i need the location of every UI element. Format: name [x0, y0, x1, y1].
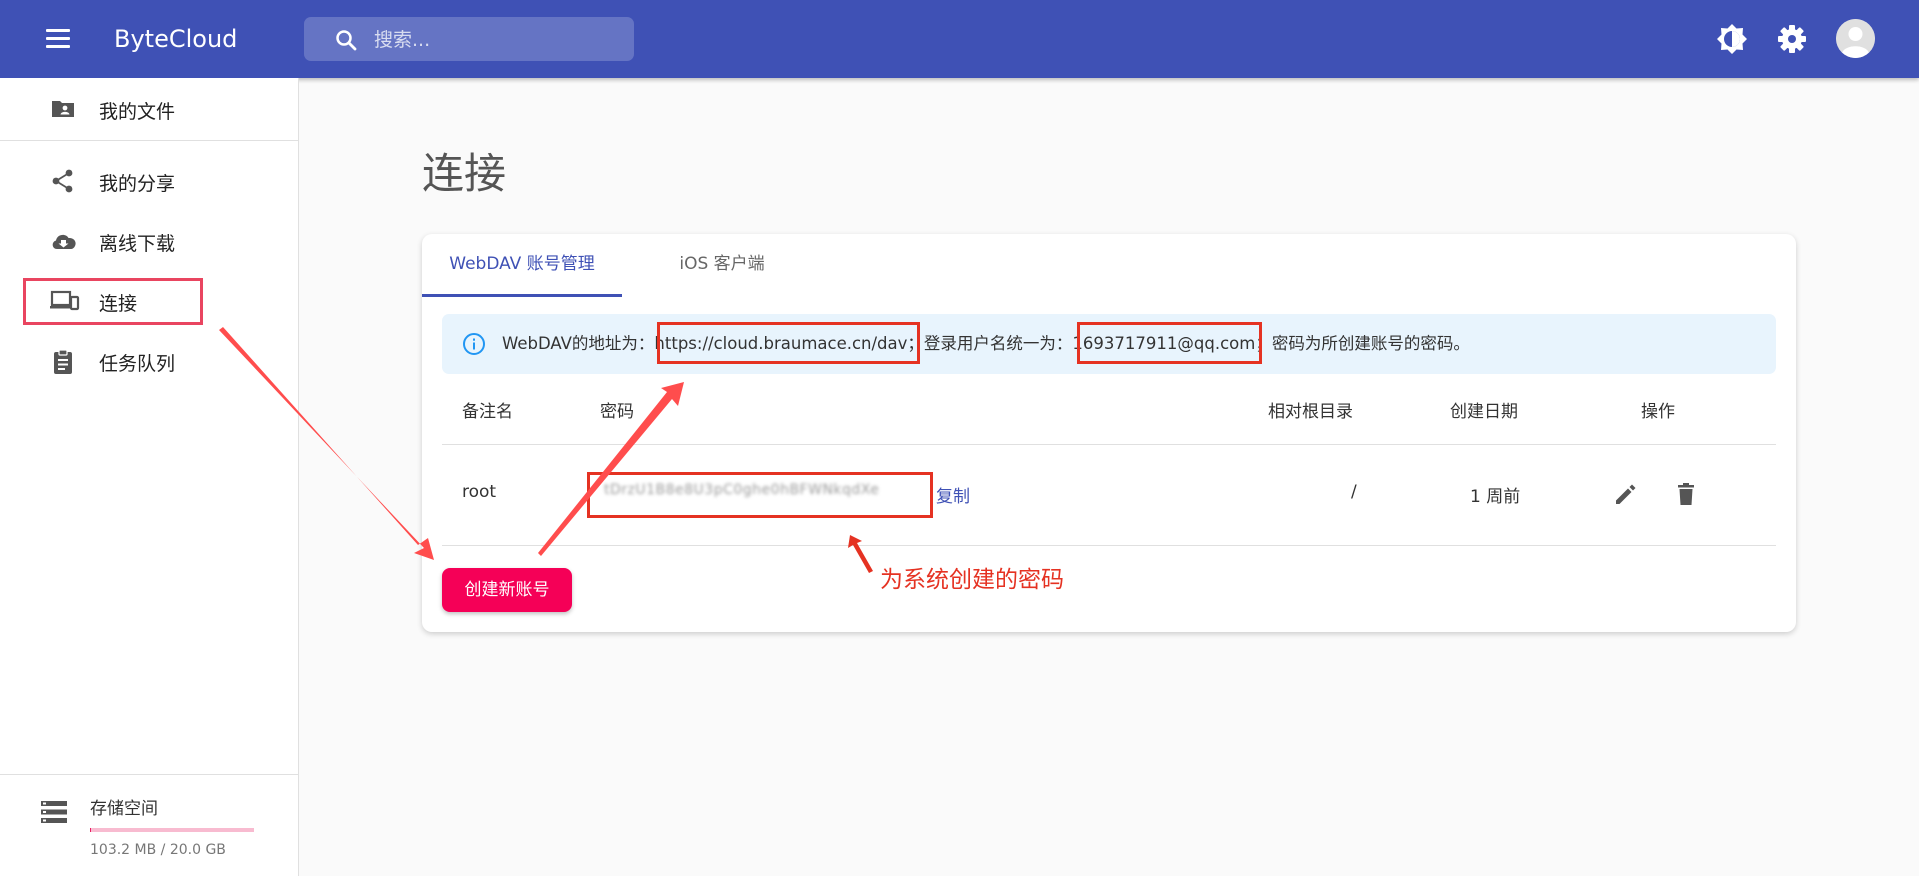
column-header-actions: 操作 [1641, 402, 1675, 422]
storage-icon [41, 801, 67, 823]
delete-icon[interactable] [1673, 481, 1699, 507]
page-title: 连接 [422, 149, 507, 198]
account-icon [1836, 19, 1875, 58]
storage-title: 存储空间 [90, 799, 158, 819]
table-divider [442, 444, 1776, 445]
sidebar-item-label: 连接 [99, 293, 138, 315]
sidebar-divider [0, 774, 298, 775]
storage-info: 103.2 MB / 20.0 GB [90, 842, 226, 858]
table-divider [442, 545, 1776, 546]
info-text: WebDAV的地址为：https://cloud.braumace.cn/dav… [502, 332, 1470, 356]
tab-webdav[interactable]: WebDAV 账号管理 [422, 234, 622, 297]
edit-icon[interactable] [1613, 481, 1639, 507]
sidebar-item-label: 任务队列 [99, 353, 176, 375]
storage-progress-fill [90, 828, 91, 832]
info-suffix: ；密码为所创建账号的密码。 [1255, 334, 1470, 353]
sidebar-item-task-queue[interactable]: 任务队列 [0, 336, 298, 386]
create-account-button[interactable]: 创建新账号 [442, 568, 572, 612]
row-name: root [462, 482, 497, 502]
info-icon [463, 333, 485, 355]
search-input[interactable] [372, 17, 626, 63]
sidebar-item-label: 我的文件 [99, 101, 176, 123]
devices-icon [50, 290, 80, 311]
tab-ios-client[interactable]: iOS 客户端 [642, 234, 802, 294]
sidebar-divider [0, 140, 298, 141]
sidebar-item-connect[interactable]: 连接 [0, 276, 298, 326]
row-root: / [1351, 482, 1357, 502]
sidebar-item-label: 我的分享 [99, 173, 176, 195]
webdav-url: https://cloud.braumace.cn/dav [654, 334, 908, 353]
sidebar: 我的文件 我的分享 离线下载 连接 任务队列 存储空间 103.2 MB / 2… [0, 78, 299, 876]
sidebar-item-offline-download[interactable]: 离线下载 [0, 216, 298, 266]
clipboard-icon [54, 349, 72, 374]
brand-title: ByteCloud [114, 25, 238, 53]
column-header-password: 密码 [600, 402, 634, 422]
account-avatar[interactable] [1836, 19, 1875, 58]
search-box[interactable] [304, 17, 634, 63]
sidebar-item-label: 离线下载 [99, 233, 176, 255]
sidebar-item-my-shares[interactable]: 我的分享 [0, 156, 298, 206]
search-icon [336, 30, 357, 51]
row-date: 1 周前 [1470, 487, 1521, 507]
cloud-download-icon [52, 234, 76, 249]
info-mid: ；登录用户名统一为： [907, 334, 1073, 353]
column-header-root: 相对根目录 [1268, 402, 1353, 422]
folder-user-icon [52, 101, 74, 117]
copy-password-link[interactable]: 复制 [936, 482, 970, 507]
app-bar: ByteCloud [0, 0, 1919, 78]
sidebar-item-my-files[interactable]: 我的文件 [0, 84, 298, 134]
info-prefix: WebDAV的地址为： [502, 334, 655, 353]
share-icon [52, 169, 73, 193]
info-banner: WebDAV的地址为：https://cloud.braumace.cn/dav… [442, 314, 1776, 374]
storage-progress [90, 828, 254, 832]
annotation-text: 为系统创建的密码 [880, 567, 1064, 593]
column-header-date: 创建日期 [1450, 402, 1518, 422]
theme-toggle-icon[interactable] [1713, 20, 1751, 58]
column-header-name: 备注名 [462, 402, 513, 422]
menu-icon[interactable] [44, 27, 72, 51]
row-password: tDrzU1B8e8U3pC0ghe0hBFWNkqdXe [604, 482, 880, 498]
settings-icon[interactable] [1773, 20, 1811, 58]
connect-card: WebDAV 账号管理 iOS 客户端 WebDAV的地址为：https://c… [422, 234, 1796, 632]
webdav-user: 1693717911@qq.com [1072, 334, 1256, 353]
